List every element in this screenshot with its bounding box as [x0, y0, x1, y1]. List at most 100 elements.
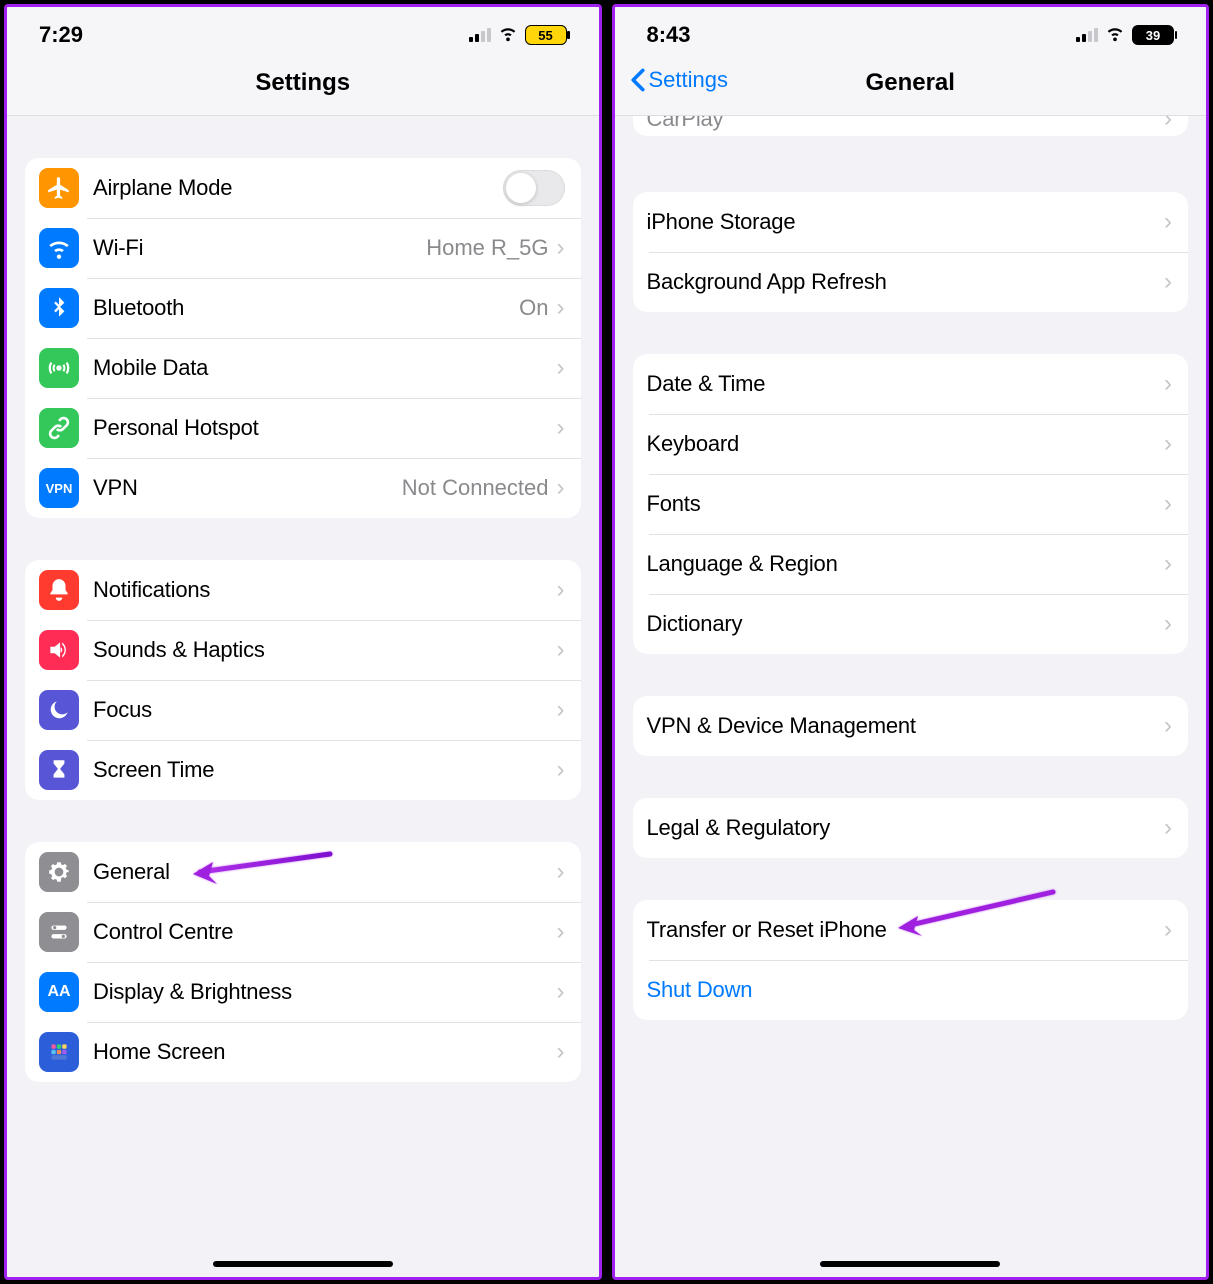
chevron-right-icon: ›	[1164, 916, 1172, 944]
phone-right-general: 8:43 39 Settings General CarPlay ›	[612, 4, 1210, 1280]
row-wifi[interactable]: Wi-Fi Home R_5G ›	[25, 218, 581, 278]
bluetooth-value: On	[519, 295, 548, 321]
row-transfer-reset[interactable]: Transfer or Reset iPhone ›	[633, 900, 1189, 960]
status-icons: 39	[1076, 21, 1174, 49]
row-screen-time[interactable]: Screen Time ›	[25, 740, 581, 800]
chevron-right-icon: ›	[557, 978, 565, 1006]
row-label: Keyboard	[647, 431, 1165, 457]
row-airplane-mode[interactable]: Airplane Mode	[25, 158, 581, 218]
group-partial: CarPlay ›	[633, 116, 1189, 136]
row-label: Control Centre	[93, 919, 557, 945]
row-fonts[interactable]: Fonts ›	[633, 474, 1189, 534]
row-vpn-device-management[interactable]: VPN & Device Management ›	[633, 696, 1189, 756]
row-language-region[interactable]: Language & Region ›	[633, 534, 1189, 594]
chevron-right-icon: ›	[557, 294, 565, 322]
home-indicator[interactable]	[820, 1261, 1000, 1267]
chevron-right-icon: ›	[557, 636, 565, 664]
wifi-settings-icon	[39, 228, 79, 268]
wifi-value: Home R_5G	[426, 235, 548, 261]
chevron-right-icon: ›	[1164, 116, 1172, 133]
wifi-with-dot	[1104, 21, 1126, 49]
gear-icon	[39, 852, 79, 892]
row-label: Transfer or Reset iPhone	[647, 917, 1165, 943]
chevron-right-icon: ›	[557, 576, 565, 604]
antenna-icon	[39, 348, 79, 388]
row-label: Dictionary	[647, 611, 1165, 637]
home-indicator[interactable]	[213, 1261, 393, 1267]
settings-group-general: General › Control Centre › AA Display & …	[25, 842, 581, 1082]
row-mobile-data[interactable]: Mobile Data ›	[25, 338, 581, 398]
row-dictionary[interactable]: Dictionary ›	[633, 594, 1189, 654]
row-background-app-refresh[interactable]: Background App Refresh ›	[633, 252, 1189, 312]
row-bluetooth[interactable]: Bluetooth On ›	[25, 278, 581, 338]
chevron-right-icon: ›	[1164, 490, 1172, 518]
chevron-right-icon: ›	[1164, 208, 1172, 236]
chevron-right-icon: ›	[557, 234, 565, 262]
row-display-brightness[interactable]: AA Display & Brightness ›	[25, 962, 581, 1022]
cellular-signal-icon	[1076, 28, 1098, 42]
wifi-icon	[1104, 26, 1126, 48]
chevron-right-icon: ›	[557, 1038, 565, 1066]
status-icons: 55	[469, 21, 567, 49]
chevron-right-icon: ›	[1164, 370, 1172, 398]
group-vpn-dm: VPN & Device Management ›	[633, 696, 1189, 756]
row-control-centre[interactable]: Control Centre ›	[25, 902, 581, 962]
row-general[interactable]: General ›	[25, 842, 581, 902]
row-date-time[interactable]: Date & Time ›	[633, 354, 1189, 414]
settings-group-notifications: Notifications › Sounds & Haptics › Focus…	[25, 560, 581, 800]
row-label: Wi-Fi	[93, 235, 426, 261]
row-vpn[interactable]: VPN VPN Not Connected ›	[25, 458, 581, 518]
row-label: Home Screen	[93, 1039, 557, 1065]
group-localization: Date & Time › Keyboard › Fonts › Languag…	[633, 354, 1189, 654]
grid-icon	[39, 1032, 79, 1072]
chevron-right-icon: ›	[557, 918, 565, 946]
row-legal-regulatory[interactable]: Legal & Regulatory ›	[633, 798, 1189, 858]
chevron-right-icon: ›	[1164, 430, 1172, 458]
row-label: Background App Refresh	[647, 269, 1165, 295]
speaker-icon	[39, 630, 79, 670]
bluetooth-icon	[39, 288, 79, 328]
row-sounds-haptics[interactable]: Sounds & Haptics ›	[25, 620, 581, 680]
phone-left-settings: 7:29 55 Settings Airplane Mode Wi-Fi Hom…	[4, 4, 602, 1280]
row-label: Fonts	[647, 491, 1165, 517]
row-label: Notifications	[93, 577, 557, 603]
row-label: Personal Hotspot	[93, 415, 557, 441]
hourglass-icon	[39, 750, 79, 790]
row-notifications[interactable]: Notifications ›	[25, 560, 581, 620]
row-keyboard[interactable]: Keyboard ›	[633, 414, 1189, 474]
group-reset: Transfer or Reset iPhone › Shut Down	[633, 900, 1189, 1020]
row-label: CarPlay	[647, 116, 1165, 132]
chevron-right-icon: ›	[557, 756, 565, 784]
row-label: Date & Time	[647, 371, 1165, 397]
row-shut-down[interactable]: Shut Down	[633, 960, 1189, 1020]
status-bar: 8:43 39	[615, 7, 1207, 57]
row-label: Airplane Mode	[93, 175, 503, 201]
back-button[interactable]: Settings	[629, 67, 729, 93]
row-iphone-storage[interactable]: iPhone Storage ›	[633, 192, 1189, 252]
group-legal: Legal & Regulatory ›	[633, 798, 1189, 858]
row-label: General	[93, 859, 557, 885]
chevron-right-icon: ›	[557, 354, 565, 382]
airplane-switch[interactable]	[503, 170, 565, 206]
row-home-screen[interactable]: Home Screen ›	[25, 1022, 581, 1082]
bell-icon	[39, 570, 79, 610]
toggles-icon	[39, 912, 79, 952]
chevron-right-icon: ›	[1164, 268, 1172, 296]
chevron-right-icon: ›	[557, 474, 565, 502]
general-list[interactable]: CarPlay › iPhone Storage › Background Ap…	[615, 116, 1207, 1277]
row-label: Focus	[93, 697, 557, 723]
row-label: Mobile Data	[93, 355, 557, 381]
row-label: Screen Time	[93, 757, 557, 783]
row-label: Sounds & Haptics	[93, 637, 557, 663]
row-carplay[interactable]: CarPlay ›	[633, 116, 1189, 136]
row-personal-hotspot[interactable]: Personal Hotspot ›	[25, 398, 581, 458]
chevron-right-icon: ›	[1164, 712, 1172, 740]
clock: 8:43	[647, 22, 691, 48]
group-storage: iPhone Storage › Background App Refresh …	[633, 192, 1189, 312]
chevron-right-icon: ›	[557, 414, 565, 442]
chevron-right-icon: ›	[1164, 814, 1172, 842]
chevron-right-icon: ›	[1164, 550, 1172, 578]
row-focus[interactable]: Focus ›	[25, 680, 581, 740]
chevron-right-icon: ›	[1164, 610, 1172, 638]
settings-list[interactable]: Airplane Mode Wi-Fi Home R_5G › Bluetoot…	[7, 116, 599, 1277]
